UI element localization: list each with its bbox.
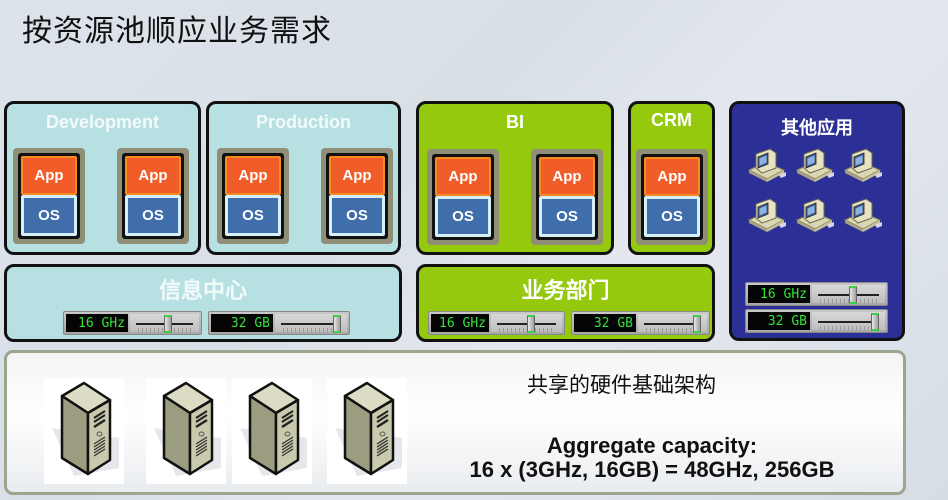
group-production: Production App OS App OS bbox=[206, 101, 401, 255]
group-label: BI bbox=[506, 112, 524, 132]
app-layer: App bbox=[644, 157, 700, 196]
vm: App OS bbox=[117, 148, 189, 244]
memory-meter: 32 GB bbox=[571, 311, 710, 335]
infrastructure-title: 共享的硬件基础架构 bbox=[527, 373, 716, 397]
page-title: 按资源池顺应业务需求 bbox=[22, 14, 332, 49]
memory-slider[interactable] bbox=[275, 314, 347, 333]
vm: App OS bbox=[321, 148, 393, 244]
group-label: Development bbox=[45, 112, 160, 132]
memory-value: 32 GB bbox=[211, 314, 273, 332]
cpu-slider[interactable] bbox=[130, 314, 199, 333]
pool-it-center: 信息中心 16 GHz 32 GB bbox=[4, 264, 402, 342]
desktop-computer-icon bbox=[842, 148, 882, 182]
cpu-meter: 16 GHz bbox=[63, 311, 202, 335]
desktop-computer-icon bbox=[746, 148, 786, 182]
slider-thumb[interactable] bbox=[332, 315, 341, 333]
memory-value: 32 GB bbox=[748, 312, 810, 330]
memory-meter: 32 GB bbox=[745, 309, 888, 333]
pool-label: 信息中心 bbox=[158, 279, 247, 304]
os-layer: OS bbox=[225, 195, 281, 236]
app-layer: App bbox=[21, 156, 77, 195]
vm: App OS bbox=[217, 148, 289, 244]
group-crm: CRM App OS bbox=[628, 101, 715, 255]
app-layer: App bbox=[225, 156, 281, 195]
memory-meter: 32 GB bbox=[208, 311, 350, 335]
pool-label: 其他应用 bbox=[781, 118, 853, 139]
group-development: Development App OS App OS bbox=[4, 101, 201, 255]
slider-thumb[interactable] bbox=[526, 315, 535, 333]
group-label: CRM bbox=[651, 110, 692, 130]
app-layer: App bbox=[329, 156, 385, 195]
app-layer: App bbox=[435, 157, 491, 196]
memory-slider[interactable] bbox=[638, 314, 707, 333]
server-tower-icon bbox=[232, 378, 312, 484]
cpu-value: 16 GHz bbox=[748, 285, 810, 303]
slider-thumb[interactable] bbox=[693, 315, 702, 333]
vm: App OS bbox=[531, 149, 603, 245]
os-layer: OS bbox=[125, 195, 181, 236]
desktop-computer-icon bbox=[794, 198, 834, 232]
os-layer: OS bbox=[21, 195, 77, 236]
os-layer: OS bbox=[644, 196, 700, 237]
desktop-computer-icon bbox=[794, 148, 834, 182]
capacity-label: Aggregate capacity: bbox=[546, 433, 758, 458]
vm: App OS bbox=[427, 149, 499, 245]
cpu-meter: 16 GHz bbox=[428, 311, 565, 335]
cpu-value: 16 GHz bbox=[431, 314, 489, 332]
desktop-computer-icon bbox=[746, 198, 786, 232]
pool-other-apps: 其他应用 16 GHz 32 GB bbox=[729, 101, 905, 341]
os-layer: OS bbox=[329, 195, 385, 236]
app-layer: App bbox=[539, 157, 595, 196]
memory-value: 32 GB bbox=[574, 314, 636, 332]
cpu-value: 16 GHz bbox=[66, 314, 128, 332]
desktop-computer-icon bbox=[842, 198, 882, 232]
server-tower-icon bbox=[44, 378, 124, 484]
cpu-slider[interactable] bbox=[491, 314, 562, 333]
server-tower-icon bbox=[146, 378, 226, 484]
capacity-formula: 16 x (3GHz, 16GB) = 48GHz, 256GB bbox=[469, 457, 835, 482]
slider-thumb[interactable] bbox=[164, 315, 173, 333]
server-tower-icon bbox=[327, 378, 407, 484]
os-layer: OS bbox=[539, 196, 595, 237]
pool-business-dept: 业务部门 16 GHz 32 GB bbox=[416, 264, 715, 342]
vm: App OS bbox=[13, 148, 85, 244]
memory-slider[interactable] bbox=[812, 312, 885, 331]
cpu-meter: 16 GHz bbox=[745, 282, 888, 306]
shared-infrastructure: 共享的硬件基础架构 Aggregate capacity: 16 x (3GHz… bbox=[4, 350, 906, 495]
group-label: Production bbox=[256, 112, 351, 132]
group-bi: BI App OS App OS bbox=[416, 101, 614, 255]
slider-thumb[interactable] bbox=[848, 286, 857, 304]
app-layer: App bbox=[125, 156, 181, 195]
pool-label: 业务部门 bbox=[521, 279, 610, 304]
slider-thumb[interactable] bbox=[870, 313, 879, 331]
cpu-slider[interactable] bbox=[812, 285, 885, 304]
os-layer: OS bbox=[435, 196, 491, 237]
vm: App OS bbox=[636, 149, 708, 245]
